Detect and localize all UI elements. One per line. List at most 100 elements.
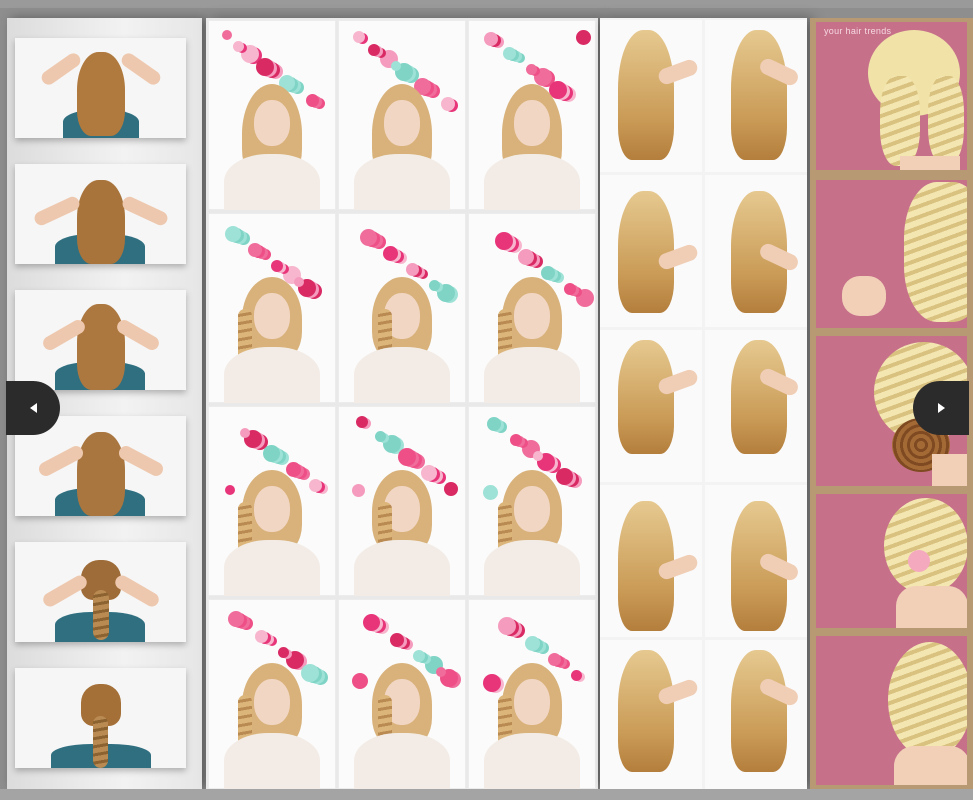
balloon: [233, 41, 244, 52]
face: [514, 293, 550, 339]
blouse: [224, 347, 320, 403]
balloon: [510, 434, 522, 446]
balloon: [256, 58, 274, 76]
photo-tile[interactable]: [705, 640, 807, 789]
balloon: [352, 673, 368, 689]
balloon: [248, 243, 262, 257]
photo-tile[interactable]: [208, 599, 336, 789]
photo-tile[interactable]: [600, 485, 702, 637]
face: [254, 100, 290, 146]
balloon: [413, 650, 425, 662]
photo-step-1[interactable]: [15, 38, 186, 138]
blouse: [224, 540, 320, 596]
balloon: [487, 417, 501, 431]
balloon: [363, 614, 380, 631]
balloon: [353, 31, 365, 43]
photo-updo-flower[interactable]: [816, 494, 967, 628]
photo-tile[interactable]: [705, 175, 807, 327]
photo-tile[interactable]: [600, 175, 702, 327]
balloon: [526, 64, 537, 75]
face: [514, 679, 550, 725]
balloon: [222, 30, 232, 40]
photo-final-updo[interactable]: [816, 636, 967, 785]
photo-tile[interactable]: [705, 485, 807, 637]
balloon: [548, 653, 561, 666]
balloon: [518, 249, 534, 265]
photo-step-2[interactable]: [15, 164, 186, 264]
photo-tile[interactable]: [600, 330, 702, 482]
photo-tile[interactable]: [705, 330, 807, 482]
balloon: [352, 484, 365, 497]
photo-tile[interactable]: [208, 213, 336, 403]
photo-tile[interactable]: [600, 20, 702, 172]
flower-clip: [908, 550, 930, 572]
photo-tile[interactable]: [600, 640, 702, 789]
photo-tile[interactable]: [468, 20, 596, 210]
balloon: [368, 44, 380, 56]
face: [254, 293, 290, 339]
chevron-left-icon: [29, 403, 37, 413]
photo-tile[interactable]: [468, 599, 596, 789]
balloon: [255, 630, 268, 643]
photo-tile[interactable]: [338, 599, 466, 789]
face: [254, 486, 290, 532]
balloon: [429, 280, 440, 291]
balloon: [525, 636, 540, 651]
photo-ponytail[interactable]: your hair trends: [816, 22, 967, 170]
photo-step-5[interactable]: [15, 542, 186, 642]
gallery-panel-side-fishtail[interactable]: [600, 18, 807, 789]
photo-step-6[interactable]: [15, 668, 186, 768]
balloon: [576, 30, 591, 45]
photo-tile[interactable]: [338, 213, 466, 403]
balloon: [483, 485, 498, 500]
photo-step-3[interactable]: [15, 290, 186, 390]
balloon: [444, 482, 458, 496]
photo-tile[interactable]: [468, 213, 596, 403]
gallery-panel-balloon-braid[interactable]: [206, 18, 598, 789]
photo-tile[interactable]: [208, 406, 336, 596]
balloon: [436, 667, 446, 677]
hair: [618, 30, 674, 160]
balloon: [391, 61, 401, 71]
blouse: [484, 347, 580, 403]
blouse: [484, 540, 580, 596]
photo-tile[interactable]: [705, 20, 807, 172]
balloon: [398, 448, 416, 466]
next-button[interactable]: [913, 381, 969, 435]
balloon: [556, 468, 573, 485]
balloon: [564, 283, 576, 295]
balloon: [421, 465, 437, 481]
balloon: [301, 664, 319, 682]
hair: [618, 650, 674, 772]
balloon: [306, 94, 319, 107]
hair: [731, 30, 787, 160]
balloon: [483, 674, 501, 692]
face: [384, 100, 420, 146]
balloon: [360, 229, 377, 246]
balloon: [271, 260, 283, 272]
photo-tile[interactable]: [338, 20, 466, 210]
photo-tile[interactable]: [208, 20, 336, 210]
previous-button[interactable]: [6, 381, 60, 435]
balloon: [541, 266, 555, 280]
photo-braid-start[interactable]: [816, 180, 967, 328]
hair: [731, 340, 787, 454]
balloon: [503, 47, 516, 60]
blouse: [224, 154, 320, 210]
photo-tile[interactable]: [468, 406, 596, 596]
blouse: [354, 347, 450, 403]
hair: [731, 650, 787, 772]
blouse: [354, 540, 450, 596]
balloon: [309, 479, 322, 492]
balloon: [278, 647, 289, 658]
bottom-strip: [0, 789, 973, 800]
face: [514, 100, 550, 146]
watermark: your hair trends: [824, 26, 892, 36]
balloon: [228, 611, 244, 627]
balloon: [441, 97, 455, 111]
balloon: [533, 451, 543, 461]
balloon: [383, 246, 398, 261]
photo-tile[interactable]: [338, 406, 466, 596]
blouse: [354, 154, 450, 210]
blouse: [484, 154, 580, 210]
